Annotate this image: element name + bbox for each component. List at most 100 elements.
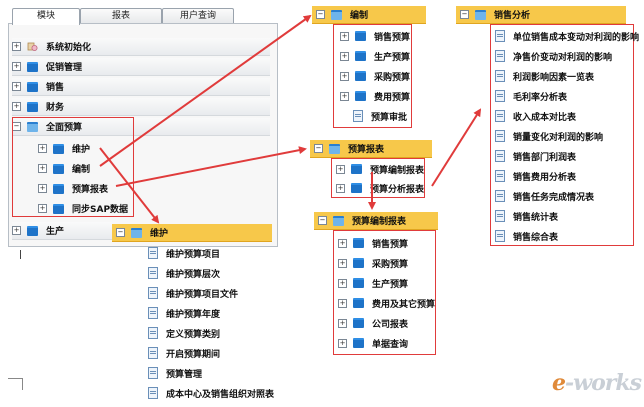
list-item[interactable]: 销量变化对利润的影响 xyxy=(495,129,603,143)
report-icon xyxy=(495,210,505,222)
list-item-label: 单据查询 xyxy=(372,339,409,350)
list-item[interactable]: 维护预算层次 xyxy=(148,266,220,280)
folder-icon xyxy=(355,71,366,81)
report-icon xyxy=(148,247,158,259)
panel-header-budget-compile-report: − 预算编制报表 xyxy=(314,212,438,230)
expand-icon[interactable]: + xyxy=(340,91,349,101)
list-item[interactable]: + 单据查询 xyxy=(338,336,408,350)
list-item[interactable]: 开启预算期间 xyxy=(148,346,220,360)
report-icon xyxy=(495,230,505,242)
list-item[interactable]: 收入成本对比表 xyxy=(495,109,576,123)
panel-title: 预算编制报表 xyxy=(352,217,407,227)
list-item[interactable]: + 公司报表 xyxy=(338,316,408,330)
tab-reports[interactable]: 报表 xyxy=(80,8,162,24)
list-item[interactable]: + 采购预算 xyxy=(338,256,408,270)
list-item-label: 预算审批 xyxy=(371,112,408,123)
list-item-label: 生产预算 xyxy=(372,279,409,290)
list-item-label: 维护预算层次 xyxy=(166,269,221,280)
panel-title: 预算报表 xyxy=(348,145,385,155)
folder-open-icon xyxy=(475,9,486,20)
list-item[interactable]: 成本中心及销售组织对照表 xyxy=(148,386,274,400)
report-icon xyxy=(148,327,158,339)
list-item-label: 销售费用分析表 xyxy=(513,172,577,183)
folder-icon xyxy=(27,81,38,92)
folder-icon xyxy=(27,225,38,236)
list-item-label: 销售综合表 xyxy=(513,232,559,243)
collapse-icon[interactable]: − xyxy=(314,144,323,153)
panel-title: 销售分析 xyxy=(494,11,531,21)
list-item[interactable]: + 预算分析报表 xyxy=(336,181,424,195)
list-item[interactable]: 维护预算年度 xyxy=(148,306,220,320)
list-item-label: 预算管理 xyxy=(166,369,203,380)
list-item[interactable]: 维护预算项目 xyxy=(148,246,220,260)
list-item[interactable]: 利润影响因素一览表 xyxy=(495,69,594,83)
expand-icon[interactable]: + xyxy=(12,226,21,235)
list-item[interactable]: + 费用及其它预算 xyxy=(338,296,435,310)
collapse-icon[interactable]: − xyxy=(318,216,327,225)
folder-icon xyxy=(27,101,38,112)
list-item[interactable]: 定义预算类别 xyxy=(148,326,220,340)
panel-header-sales-analysis: − 销售分析 xyxy=(456,6,626,24)
expand-icon[interactable]: + xyxy=(12,102,21,111)
folder-open-icon xyxy=(329,143,340,154)
list-item[interactable]: 毛利率分析表 xyxy=(495,89,567,103)
expand-icon[interactable]: + xyxy=(12,82,21,91)
list-item[interactable]: + 销售预算 xyxy=(338,236,408,250)
collapse-icon[interactable]: − xyxy=(460,10,469,19)
list-item[interactable]: 单位销售成本变动对利润的影响 xyxy=(495,29,639,43)
list-item[interactable]: + 预算编制报表 xyxy=(336,162,424,176)
panel-header-budget-report: − 预算报表 xyxy=(310,140,432,158)
expand-icon[interactable]: + xyxy=(340,51,349,61)
expand-icon[interactable]: + xyxy=(12,42,21,51)
list-item[interactable]: + 生产预算 xyxy=(340,49,410,63)
list-item[interactable]: 销售费用分析表 xyxy=(495,169,576,183)
tree-item-sales[interactable]: + 销售 xyxy=(12,78,270,96)
list-item[interactable]: 销售统计表 xyxy=(495,209,558,223)
folder-icon xyxy=(353,298,364,308)
report-icon xyxy=(495,130,505,142)
expand-icon[interactable]: + xyxy=(12,62,21,71)
folder-open-icon xyxy=(331,9,342,20)
tree-item-label: 促销管理 xyxy=(46,63,83,73)
tab-modules[interactable]: 模块 xyxy=(12,8,80,25)
expand-icon[interactable]: + xyxy=(340,71,349,81)
expand-icon[interactable]: + xyxy=(336,164,345,174)
tree-item-finance[interactable]: + 财务 xyxy=(12,98,270,116)
report-icon xyxy=(148,367,158,379)
arrow-analysis-report xyxy=(431,108,482,187)
tree-item-label: 系统初始化 xyxy=(46,43,92,53)
expand-icon[interactable]: + xyxy=(338,298,347,308)
list-item[interactable]: 销售任务完成情况表 xyxy=(495,189,594,203)
tree-item-production[interactable]: + 生产 xyxy=(12,222,112,240)
list-item-label: 销售预算 xyxy=(372,239,409,250)
expand-icon[interactable]: + xyxy=(338,258,347,268)
collapse-icon[interactable]: − xyxy=(116,228,125,237)
list-item[interactable]: 维护预算项目文件 xyxy=(148,286,238,300)
tab-user-query[interactable]: 用户查询 xyxy=(162,8,234,24)
tree-item-promotion[interactable]: + 促销管理 xyxy=(12,58,270,76)
list-item-label: 销售部门利润表 xyxy=(513,152,577,163)
collapse-icon[interactable]: − xyxy=(316,10,325,19)
report-icon xyxy=(148,287,158,299)
expand-icon[interactable]: + xyxy=(338,238,347,248)
list-item[interactable]: 预算审批 xyxy=(353,109,407,123)
panel-header-compile: − 编制 xyxy=(312,6,426,24)
expand-icon[interactable]: + xyxy=(340,31,349,41)
list-item-label: 维护预算项目文件 xyxy=(166,289,239,300)
tree-item-system-init[interactable]: + 系统初始化 xyxy=(12,38,270,56)
list-item[interactable]: 销售部门利润表 xyxy=(495,149,576,163)
expand-icon[interactable]: + xyxy=(338,318,347,328)
expand-icon[interactable]: + xyxy=(338,338,347,348)
list-item[interactable]: 预算管理 xyxy=(148,366,202,380)
list-item-label: 单位销售成本变动对利润的影响 xyxy=(513,32,640,43)
list-item[interactable]: + 生产预算 xyxy=(338,276,408,290)
expand-icon[interactable]: + xyxy=(338,278,347,288)
expand-icon[interactable]: + xyxy=(336,183,345,193)
folder-icon xyxy=(355,91,366,101)
corner-mark xyxy=(8,378,22,379)
list-item[interactable]: 销售综合表 xyxy=(495,229,558,243)
list-item[interactable]: + 销售预算 xyxy=(340,29,410,43)
list-item[interactable]: + 采购预算 xyxy=(340,69,410,83)
list-item[interactable]: 净售价变动对利润的影响 xyxy=(495,49,612,63)
list-item[interactable]: + 费用预算 xyxy=(340,89,410,103)
